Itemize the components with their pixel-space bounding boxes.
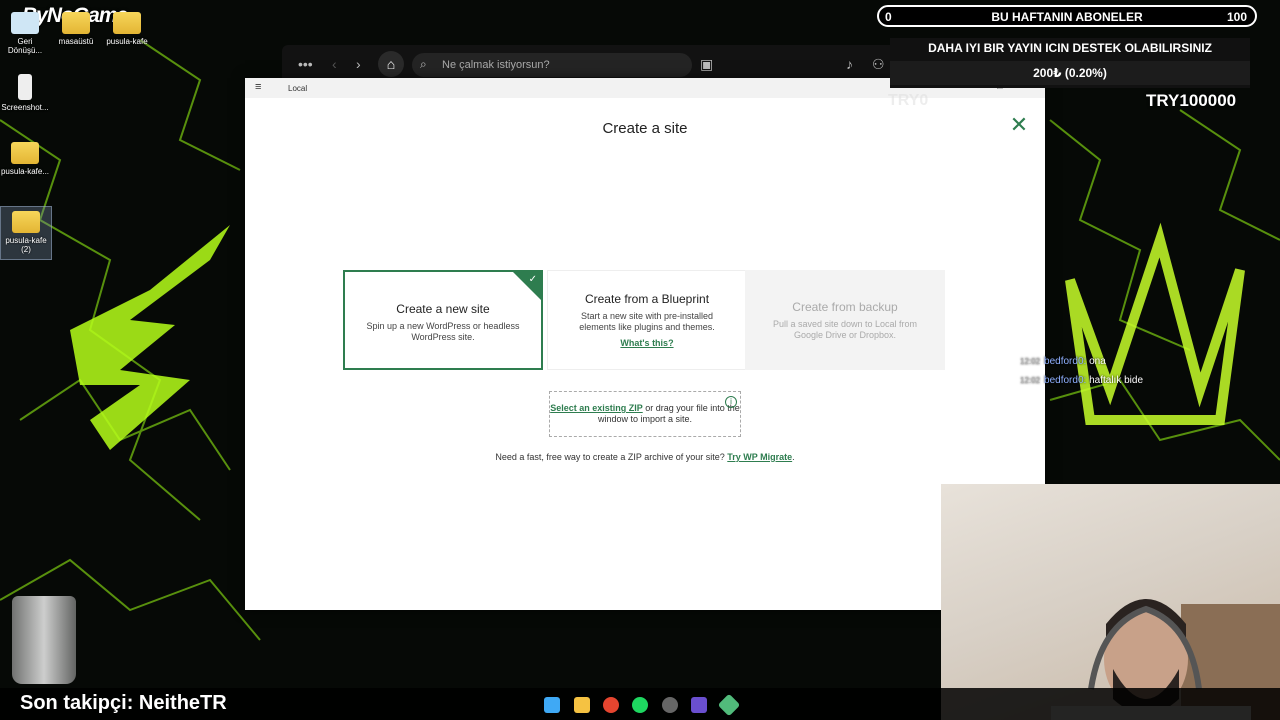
page-title: Create a site: [602, 120, 688, 137]
create-from-backup-card[interactable]: Create from backup Pull a saved site dow…: [745, 270, 945, 370]
more-options-icon[interactable]: •••: [298, 56, 313, 72]
desktop-icon-label: pusula-kafe: [106, 37, 148, 46]
close-icon[interactable]: ✕: [1007, 114, 1031, 138]
spotify-icon[interactable]: [632, 697, 648, 713]
chat-time: 12:02: [1020, 376, 1041, 385]
folder-icon: [113, 12, 141, 34]
folder-icon: [62, 12, 90, 34]
app-icon[interactable]: [691, 697, 707, 713]
hamburger-menu-icon[interactable]: ≡: [255, 81, 261, 93]
footer-note: Need a fast, free way to create a ZIP ar…: [245, 452, 1045, 462]
desktop-folder-pusula-kafe-2[interactable]: pusula-kafe...: [0, 142, 50, 176]
card-title: Create from backup: [792, 300, 898, 314]
search-placeholder: Ne çalmak istiyorsun?: [442, 59, 550, 71]
checkmark-icon: ✓: [528, 274, 537, 285]
footer-end: .: [792, 452, 795, 462]
zip-dropzone[interactable]: Select an existing ZIP or drag your file…: [549, 391, 741, 437]
browse-icon[interactable]: ▣: [700, 56, 713, 73]
chat-message: 12:02 bedford0: ona: [1020, 356, 1106, 367]
back-icon[interactable]: ‹: [332, 56, 337, 72]
last-follower-text: Son takipçi: NeitheTR: [20, 692, 227, 714]
donation-goal: TRY100000: [1146, 91, 1237, 110]
notification-bell-icon[interactable]: ♪: [846, 56, 853, 72]
sub-count-goal: 100: [1226, 10, 1247, 24]
weekly-subscribers-bar: 0 BU HAFTANIN ABONELER 100: [877, 5, 1257, 27]
document-icon: [18, 74, 32, 100]
local-app-window: ≡ Local – □ × Create a site ✕ ✓ Create a…: [245, 78, 1045, 610]
folder-icon: [11, 142, 39, 164]
home-icon[interactable]: ⌂: [378, 51, 404, 77]
create-new-site-card[interactable]: ✓ Create a new site Spin up a new WordPr…: [343, 270, 543, 370]
support-progress: 200₺ (0.20%): [890, 61, 1250, 85]
whats-this-link[interactable]: What's this?: [548, 338, 746, 348]
info-icon[interactable]: i: [725, 396, 737, 408]
create-from-blueprint-card[interactable]: Create from a Blueprint Start a new site…: [547, 270, 747, 370]
chat-text: haftalık bide: [1089, 375, 1144, 386]
desktop-folder-pusula-kafe[interactable]: pusula-kafe: [102, 12, 152, 46]
windows-start-icon[interactable]: [544, 697, 560, 713]
card-description: Spin up a new WordPress or headless Word…: [366, 321, 520, 342]
window-title: Local: [288, 84, 308, 93]
recycle-bin-icon[interactable]: Geri Dönüşü...: [0, 12, 50, 55]
desktop-icon-label: pusula-kafe (2): [5, 236, 47, 254]
chrome-icon[interactable]: [603, 697, 619, 713]
desktop-icon-label: pusula-kafe...: [0, 167, 50, 176]
chat-text: ona: [1089, 356, 1106, 367]
search-icon: ⌕: [420, 57, 427, 71]
file-explorer-icon[interactable]: [574, 697, 590, 713]
support-text: DAHA IYI BIR YAYIN ICIN DESTEK OLABILIRS…: [928, 41, 1212, 55]
streamer-silhouette: [1051, 599, 1280, 720]
chat-user: bedford0:: [1044, 356, 1087, 367]
desktop-icon-label: Geri Dönüşü...: [7, 37, 43, 55]
select-zip-link[interactable]: Select an existing ZIP: [550, 403, 643, 413]
forward-icon[interactable]: ›: [356, 56, 361, 72]
support-progress-text: 200₺ (0.20%): [1033, 66, 1107, 80]
sub-goal-title: BU HAFTANIN ABONELER: [991, 10, 1143, 24]
spotify-search-input[interactable]: ⌕ Ne çalmak istiyorsun?: [412, 53, 692, 77]
recycle-bin-glyph-icon: [11, 12, 39, 34]
desktop-folder-masaustu[interactable]: masaüstü: [51, 12, 101, 46]
desktop-folder-pusula-kafe-3[interactable]: pusula-kafe (2): [0, 206, 52, 260]
card-title: Create from a Blueprint: [584, 292, 710, 306]
try-wp-migrate-link[interactable]: Try WP Migrate: [727, 452, 792, 462]
card-description: Pull a saved site down to Local from Goo…: [772, 319, 918, 340]
chat-message: 12:02 bedford0: haftalık bide: [1020, 375, 1143, 386]
desktop-icon-label: Screenshot...: [1, 103, 49, 112]
card-title: Create a new site: [396, 302, 490, 316]
chat-time: 12:02: [1020, 357, 1041, 366]
chat-user: bedford0:: [1044, 375, 1087, 386]
donation-current: TRY0: [888, 92, 929, 109]
selected-corner: [511, 270, 543, 302]
desktop-file-screenshot[interactable]: Screenshot...: [0, 74, 50, 112]
glass-cup-overlay: [12, 596, 76, 684]
obs-icon[interactable]: [662, 697, 678, 713]
footer-text: Need a fast, free way to create a ZIP ar…: [495, 452, 728, 462]
folder-icon: [12, 211, 40, 233]
friend-activity-icon[interactable]: ⚇: [872, 56, 885, 73]
webcam-feed: [941, 484, 1280, 720]
desktop-icon-label: masaüstü: [58, 37, 94, 46]
card-description: Start a new site with pre-installed elem…: [579, 311, 715, 332]
